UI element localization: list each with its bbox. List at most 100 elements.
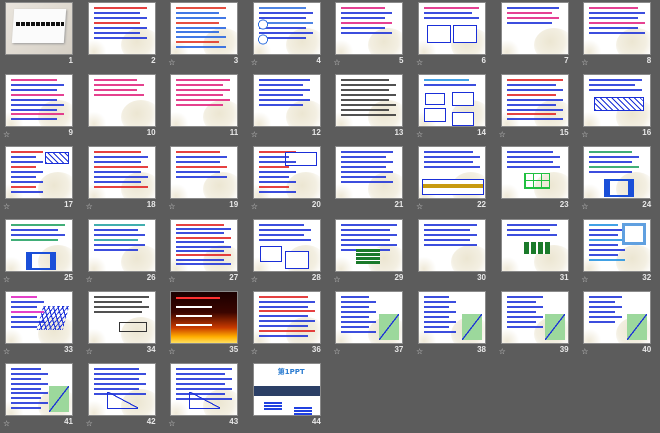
slide-transition-star-icon[interactable]: ☆	[251, 275, 258, 284]
slide-thumbnail[interactable]	[418, 146, 486, 200]
slide-thumbnail[interactable]	[5, 146, 73, 200]
background-floral	[501, 328, 520, 343]
slide-transition-star-icon[interactable]: ☆	[333, 275, 340, 284]
slide-thumbnail[interactable]	[500, 2, 569, 55]
text-line	[506, 233, 557, 236]
slide-thumbnail[interactable]	[500, 146, 569, 200]
text-line	[506, 315, 543, 318]
slide-thumbnail[interactable]	[252, 74, 321, 128]
slide-transition-star-icon[interactable]: ☆	[3, 347, 10, 356]
slide-transition-star-icon[interactable]: ☆	[416, 130, 423, 139]
slide-transition-star-icon[interactable]: ☆	[86, 419, 93, 428]
slide-thumbnail[interactable]	[170, 290, 239, 344]
slide-transition-star-icon[interactable]: ☆	[251, 58, 258, 67]
slide-transition-star-icon[interactable]: ☆	[499, 130, 506, 139]
slide-thumbnail[interactable]	[87, 363, 156, 416]
slide-thumbnail[interactable]	[252, 218, 321, 272]
slide-thumbnail[interactable]	[87, 290, 156, 344]
slide-transition-star-icon[interactable]: ☆	[333, 347, 340, 356]
slide-transition-star-icon[interactable]: ☆	[168, 275, 175, 284]
slide-thumbnail[interactable]	[87, 2, 156, 55]
slide-thumbnail[interactable]	[335, 290, 404, 344]
text-line	[176, 16, 227, 19]
slide-transition-star-icon[interactable]: ☆	[168, 347, 175, 356]
slide-thumbnail[interactable]	[5, 218, 73, 272]
slide-transition-star-icon[interactable]: ☆	[416, 347, 423, 356]
slide-number: 43	[229, 417, 239, 426]
text-line	[93, 151, 141, 154]
slide-transition-star-icon[interactable]: ☆	[251, 347, 258, 356]
slide-thumbnail[interactable]	[170, 2, 239, 55]
slide-thumbnail[interactable]	[583, 218, 652, 272]
slide-thumbnail[interactable]	[252, 290, 321, 344]
slide-thumbnail[interactable]	[252, 146, 321, 200]
slide-transition-star-icon[interactable]: ☆	[416, 202, 423, 211]
text-line	[589, 156, 640, 159]
slide-transition-star-icon[interactable]: ☆	[581, 202, 588, 211]
text-line	[341, 330, 377, 333]
slide-thumbnail[interactable]	[252, 2, 321, 55]
slide-thumbnail[interactable]	[5, 74, 73, 128]
slide-thumbnail[interactable]: 第1PPT	[252, 363, 321, 416]
slide-thumbnail[interactable]	[335, 218, 404, 272]
slide-transition-star-icon[interactable]: ☆	[86, 202, 93, 211]
slide-transition-star-icon[interactable]: ☆	[581, 275, 588, 284]
slide-transition-star-icon[interactable]: ☆	[86, 275, 93, 284]
slide-transition-star-icon[interactable]: ☆	[333, 58, 340, 67]
slide-cell: ☆ 15	[496, 72, 578, 144]
text-line	[424, 238, 470, 241]
slide-thumbnail[interactable]	[5, 2, 73, 55]
slide-number: 18	[146, 200, 156, 210]
slide-thumbnail[interactable]	[335, 146, 404, 200]
slide-transition-star-icon[interactable]: ☆	[168, 202, 175, 211]
text-line	[176, 223, 225, 226]
slide-transition-star-icon[interactable]: ☆	[581, 347, 588, 356]
slide-thumbnail[interactable]	[87, 74, 156, 128]
slide-transition-star-icon[interactable]: ☆	[3, 130, 10, 139]
slide-thumbnail[interactable]	[500, 218, 569, 272]
slide-number: 37	[394, 344, 404, 354]
slide-transition-star-icon[interactable]: ☆	[168, 58, 175, 67]
slide-thumbnail[interactable]	[335, 2, 404, 55]
text-line	[341, 295, 370, 298]
slide-thumbnail[interactable]	[335, 74, 404, 128]
slide-thumbnail[interactable]	[583, 74, 652, 128]
slide-thumbnail[interactable]	[87, 218, 156, 272]
slide-thumbnail[interactable]	[5, 363, 73, 416]
slide-thumbnail[interactable]	[170, 74, 239, 128]
slide-thumbnail[interactable]	[500, 290, 569, 344]
slide-thumbnail[interactable]	[87, 146, 156, 200]
slide-thumbnail[interactable]	[500, 74, 569, 128]
slide-transition-star-icon[interactable]: ☆	[3, 419, 10, 428]
text-line	[11, 180, 43, 183]
slide-thumbnail[interactable]	[170, 218, 239, 272]
slide-thumbnail[interactable]	[418, 218, 486, 272]
slide-number: 2	[151, 56, 156, 65]
slide-thumbnail[interactable]	[5, 290, 73, 344]
slide-transition-star-icon[interactable]: ☆	[416, 58, 423, 67]
slide-thumbnail[interactable]	[583, 2, 652, 55]
slide-number: 3	[233, 56, 239, 65]
slide-thumbnail[interactable]	[170, 146, 239, 200]
slide-thumbnail[interactable]	[418, 74, 486, 128]
slide-transition-star-icon[interactable]: ☆	[581, 58, 588, 67]
slide-transition-star-icon[interactable]: ☆	[86, 347, 93, 356]
slide-figure	[356, 247, 381, 264]
slide-figure	[106, 392, 138, 409]
slide-thumbnail[interactable]	[583, 290, 652, 344]
text-line	[11, 325, 37, 328]
slide-transition-star-icon[interactable]: ☆	[168, 419, 175, 428]
slide-thumbnail[interactable]	[418, 290, 486, 344]
slide-transition-star-icon[interactable]: ☆	[3, 202, 10, 211]
slide-thumbnail[interactable]	[583, 146, 652, 200]
slide-transition-star-icon[interactable]: ☆	[251, 202, 258, 211]
text-line	[341, 27, 386, 29]
slide-thumbnail[interactable]	[418, 2, 486, 55]
slide-transition-star-icon[interactable]: ☆	[499, 347, 506, 356]
slide-transition-star-icon[interactable]: ☆	[581, 130, 588, 139]
slide-transition-star-icon[interactable]: ☆	[251, 130, 258, 139]
slide-transition-star-icon[interactable]: ☆	[3, 275, 10, 284]
text-line	[341, 156, 387, 159]
slide-thumbnail[interactable]	[170, 363, 239, 416]
text-line	[93, 161, 141, 164]
